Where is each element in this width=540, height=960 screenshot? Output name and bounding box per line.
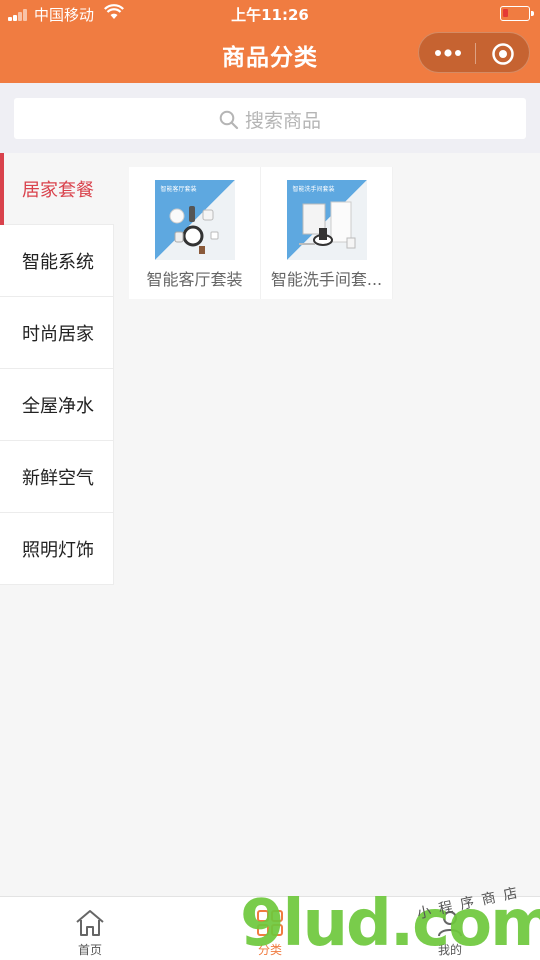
thumb-caption: 智能客厅套装: [160, 186, 197, 193]
grid-icon: [257, 910, 283, 936]
category-label: 智能系统: [22, 251, 94, 273]
tab-home[interactable]: 首页: [0, 897, 180, 960]
category-item-lighting[interactable]: 照明灯饰: [0, 513, 114, 585]
tab-label: 分类: [257, 943, 282, 957]
product-thumbnail: 智能客厅套装: [154, 180, 235, 260]
user-icon: [438, 911, 462, 937]
category-label: 照明灯饰: [22, 539, 94, 561]
tab-label: 我的: [437, 943, 462, 957]
tab-category[interactable]: 分类: [180, 897, 360, 960]
category-label: 全屋净水: [22, 395, 94, 417]
search-bar: 搜索商品: [0, 83, 540, 153]
search-placeholder: 搜索商品: [244, 110, 321, 132]
product-name: 智能客厅套装: [146, 270, 243, 289]
product-name: 智能洗手间套...: [270, 270, 383, 289]
bottom-tab-bar: 首页 分类 我的: [0, 896, 540, 960]
capsule-menu: [418, 32, 530, 73]
product-grid: 智能客厅套装 智能客厅套装 智能洗手间套装 智能洗手间套...: [129, 167, 393, 299]
product-thumbnail: 智能洗手间套装: [286, 180, 367, 260]
capsule-divider: [475, 43, 476, 64]
tab-label: 首页: [77, 943, 102, 957]
battery-icon: [500, 6, 534, 21]
miniprogram-close-icon[interactable]: [491, 42, 515, 66]
tab-mine[interactable]: 我的: [360, 897, 540, 960]
category-item-smart-system[interactable]: 智能系统: [0, 225, 114, 297]
category-item-home-package[interactable]: 居家套餐: [0, 153, 114, 225]
category-label: 居家套餐: [22, 179, 94, 201]
category-item-water-purification[interactable]: 全屋净水: [0, 369, 114, 441]
clock: 上午11:26: [231, 6, 309, 24]
home-icon: [76, 910, 104, 936]
search-icon: [219, 110, 239, 130]
thumb-caption: 智能洗手间套装: [292, 186, 335, 193]
product-card-living-room[interactable]: 智能客厅套装 智能客厅套装: [129, 167, 261, 299]
category-sidebar: 居家套餐 智能系统 时尚居家 全屋净水 新鲜空气 照明灯饰: [0, 153, 114, 585]
category-item-fresh-air[interactable]: 新鲜空气: [0, 441, 114, 513]
status-bar: 中国移动 上午11:26: [0, 0, 540, 28]
top-bar: 中国移动 上午11:26 商品分类: [0, 0, 540, 83]
more-dots-icon[interactable]: [433, 45, 463, 61]
search-input[interactable]: 搜索商品: [14, 98, 526, 139]
category-label: 新鲜空气: [22, 467, 94, 489]
category-label: 时尚居家: [22, 323, 94, 345]
category-item-fashion-home[interactable]: 时尚居家: [0, 297, 114, 369]
product-card-bathroom[interactable]: 智能洗手间套装 智能洗手间套...: [261, 167, 393, 299]
